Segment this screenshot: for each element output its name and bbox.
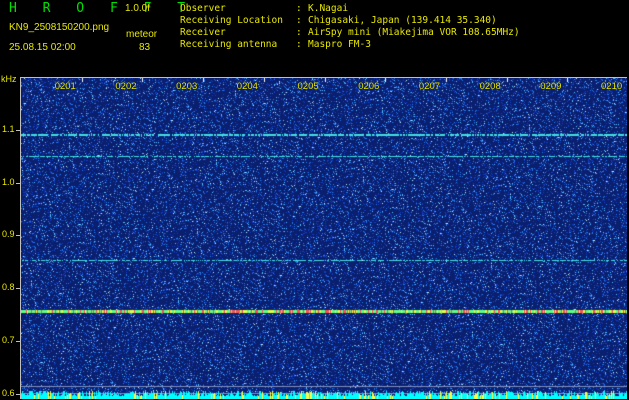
info-row-location: Receiving Location: Chigasaki, Japan (139… [180,15,520,27]
version-label: 1.0.0f [125,3,151,14]
info-value: AirSpy mini (Miakejima VOR 108.65MHz) [308,27,520,38]
info-key: Receiving Location [180,15,283,26]
info-key: Receiver [180,27,226,38]
info-value: Maspro FM-3 [308,39,371,50]
time-tick-label: 0202 [115,81,137,92]
time-tick-label: 0206 [358,81,380,92]
time-tick-label: 0209 [540,81,562,92]
info-row-receiver: Receiver: AirSpy mini (Miakejima VOR 108.… [180,27,520,39]
time-tick-label: 0208 [479,81,501,92]
time-tick-label: 0203 [176,81,198,92]
y-tick-label: 1.0 [2,176,15,187]
time-axis-labels: 0201 0202 0203 0204 0205 0206 0207 0208 0209 0210 [21,78,627,98]
y-tick-label: 0.6 [2,387,15,398]
info-value: K.Nagai [308,3,349,14]
time-tick-label: 0210 [601,81,623,92]
station-info: Observer: K.Nagai Receiving Location: Chig… [180,3,520,51]
info-key: Receiving antenna [180,39,278,50]
datetime-label: 25.08.15 02:00 [9,42,76,53]
time-tick-label: 0204 [236,81,258,92]
time-tick-label: 0201 [54,81,76,92]
y-axis-unit-label: kHz [1,74,17,84]
y-tick-label: 1.1 [2,123,15,134]
spectrogram-canvas[interactable] [21,78,627,399]
info-sep: : [296,27,302,38]
app-title: H R O F F T [9,1,195,16]
info-key: Observer [180,3,226,14]
info-value: Chigasaki, Japan (139.414 35.340) [308,15,497,26]
info-sep: : [296,15,302,26]
info-sep: : [296,3,302,14]
time-tick-label: 0207 [418,81,441,92]
meteor-count: 83 [139,42,151,53]
spectrogram-plot[interactable]: 0201 0202 0203 0204 0205 0206 0207 0208 0209 0210 [20,77,627,399]
count-label: meteor [126,29,158,40]
y-tick-label: 0.7 [2,334,15,345]
info-row-observer: Observer: K.Nagai [180,3,520,15]
y-tick-label: 0.9 [2,229,15,240]
filename-label: KN9_2508150200.png [9,22,110,33]
info-row-antenna: Receiving antenna: Maspro FM-3 [180,39,520,51]
y-tick-label: 0.8 [2,282,15,293]
time-tick-label: 0205 [297,81,319,92]
info-sep: : [296,39,302,50]
